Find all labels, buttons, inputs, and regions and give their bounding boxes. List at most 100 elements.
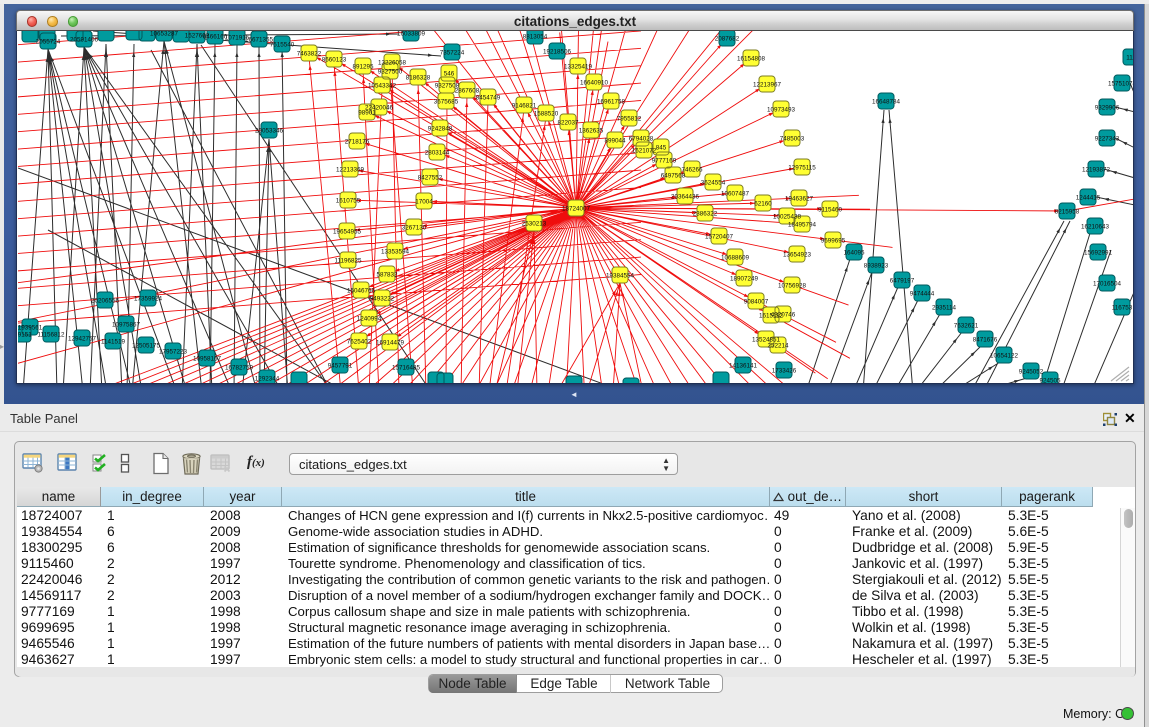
svg-text:17016504: 17016504 xyxy=(1093,280,1122,287)
svg-text:16033809: 16033809 xyxy=(397,31,426,37)
svg-text:845: 845 xyxy=(656,144,667,151)
svg-text:17359924: 17359924 xyxy=(134,295,163,302)
svg-text:13353594: 13353594 xyxy=(381,248,410,255)
svg-text:9329906: 9329906 xyxy=(1095,104,1120,111)
svg-text:18724007: 18724007 xyxy=(562,205,591,212)
svg-text:9242848: 9242848 xyxy=(428,125,453,132)
svg-text:10756928: 10756928 xyxy=(778,282,807,289)
svg-text:9245052: 9245052 xyxy=(1019,368,1044,375)
svg-text:1621072: 1621072 xyxy=(632,147,657,154)
svg-text:16154808: 16154808 xyxy=(737,55,766,62)
svg-text:924505: 924505 xyxy=(1039,377,1061,383)
svg-text:10958167: 10958167 xyxy=(193,355,222,362)
svg-text:2055724: 2055724 xyxy=(36,38,61,45)
svg-text:12193872: 12193872 xyxy=(1082,166,1111,173)
svg-text:4320746: 4320746 xyxy=(771,311,796,318)
svg-text:2935114: 2935114 xyxy=(932,304,957,311)
svg-text:19463627: 19463627 xyxy=(785,195,814,202)
svg-text:3267130: 3267130 xyxy=(402,224,427,231)
svg-text:12213369: 12213369 xyxy=(336,166,365,173)
svg-text:3675685: 3675685 xyxy=(434,98,459,105)
svg-text:15751074: 15751074 xyxy=(1108,80,1134,87)
svg-text:16914479: 16914479 xyxy=(376,339,405,346)
svg-text:19218506: 19218506 xyxy=(543,48,572,55)
svg-text:164095: 164095 xyxy=(843,249,865,256)
svg-text:16640910: 16640910 xyxy=(580,79,609,86)
svg-text:9227343: 9227343 xyxy=(1095,135,1120,142)
svg-text:10607487: 10607487 xyxy=(721,190,750,197)
svg-text:15046766: 15046766 xyxy=(347,287,376,294)
svg-text:9084007: 9084007 xyxy=(744,298,769,305)
svg-text:1362635: 1362635 xyxy=(579,127,604,134)
svg-text:16210643: 16210643 xyxy=(1081,223,1110,230)
svg-text:20053346: 20053346 xyxy=(255,127,284,134)
svg-text:1244415: 1244415 xyxy=(1076,194,1101,201)
svg-text:15692991: 15692991 xyxy=(1084,249,1113,256)
svg-text:9457791: 9457791 xyxy=(328,362,353,369)
svg-text:7463822: 7463822 xyxy=(297,50,322,57)
svg-text:13325419: 13325419 xyxy=(564,63,593,70)
svg-text:899044: 899044 xyxy=(604,137,626,144)
svg-text:10654122: 10654122 xyxy=(990,352,1019,359)
svg-text:1141519: 1141519 xyxy=(101,338,126,345)
svg-text:111: 111 xyxy=(1126,54,1134,61)
svg-text:11196825: 11196825 xyxy=(334,257,362,264)
svg-text:9474444: 9474444 xyxy=(910,290,935,297)
svg-text:7357224: 7357224 xyxy=(440,49,465,56)
svg-text:1610755: 1610755 xyxy=(336,197,361,204)
svg-text:746266: 746266 xyxy=(681,166,703,173)
svg-text:1292344: 1292344 xyxy=(255,375,280,382)
svg-text:9327500: 9327500 xyxy=(378,68,403,75)
svg-text:8186328: 8186328 xyxy=(406,74,431,81)
svg-text:20364436: 20364436 xyxy=(671,193,700,200)
svg-text:16648784: 16648784 xyxy=(872,98,901,105)
svg-text:7625402: 7625402 xyxy=(347,338,372,345)
svg-text:16961758: 16961758 xyxy=(597,98,626,105)
svg-text:1240994: 1240994 xyxy=(357,315,382,322)
svg-text:587832: 587832 xyxy=(376,271,398,278)
svg-text:1733426: 1733426 xyxy=(772,367,797,374)
svg-text:10025438: 10025438 xyxy=(773,213,802,220)
svg-text:11156812: 11156812 xyxy=(37,331,65,338)
svg-text:7515540: 7515540 xyxy=(270,41,295,48)
svg-text:546: 546 xyxy=(444,70,455,77)
svg-text:8471676: 8471676 xyxy=(973,336,998,343)
svg-text:8427552: 8427552 xyxy=(418,174,443,181)
svg-text:12505175: 12505175 xyxy=(132,342,161,349)
svg-text:7485003: 7485003 xyxy=(780,135,805,142)
svg-text:15716485: 15716485 xyxy=(392,364,421,371)
svg-text:2867608: 2867608 xyxy=(455,87,480,94)
svg-text:10543342: 10543342 xyxy=(368,82,397,89)
svg-text:252214: 252214 xyxy=(767,342,789,349)
svg-text:13654923: 13654923 xyxy=(783,251,812,258)
svg-text:8215958: 8215958 xyxy=(1055,208,1080,215)
svg-text:15720407: 15720407 xyxy=(705,233,734,240)
svg-text:2718176: 2718176 xyxy=(345,138,370,145)
svg-text:116753: 116753 xyxy=(1112,304,1133,311)
svg-text:7955812: 7955812 xyxy=(617,115,642,122)
svg-text:13226058: 13226058 xyxy=(378,59,407,66)
svg-text:10653287: 10653287 xyxy=(150,31,179,37)
svg-text:12213967: 12213967 xyxy=(753,81,782,88)
svg-text:9777169: 9777169 xyxy=(652,157,677,164)
svg-text:14136141: 14136141 xyxy=(729,362,758,369)
svg-text:62160: 62160 xyxy=(754,200,772,207)
svg-text:20206556: 20206556 xyxy=(91,297,120,304)
svg-text:17004: 17004 xyxy=(415,198,433,205)
svg-text:19654955: 19654955 xyxy=(333,228,362,235)
svg-text:10975867: 10975867 xyxy=(112,321,141,328)
svg-text:8813054: 8813054 xyxy=(523,33,548,40)
svg-text:8454749: 8454749 xyxy=(476,94,501,101)
svg-text:3624554: 3624554 xyxy=(701,179,726,186)
svg-text:9699695: 9699695 xyxy=(821,237,846,244)
svg-text:6497568: 6497568 xyxy=(661,172,686,179)
svg-text:822037: 822037 xyxy=(557,119,579,126)
svg-text:2386322: 2386322 xyxy=(693,210,718,217)
svg-text:9146821: 9146821 xyxy=(512,102,537,109)
svg-text:18907249: 18907249 xyxy=(730,275,759,282)
svg-text:6479197: 6479197 xyxy=(890,277,915,284)
svg-text:12942757: 12942757 xyxy=(68,335,97,342)
svg-text:7632621: 7632621 xyxy=(954,322,979,329)
svg-text:8660123: 8660123 xyxy=(322,56,347,63)
svg-text:19384554: 19384554 xyxy=(606,272,635,279)
